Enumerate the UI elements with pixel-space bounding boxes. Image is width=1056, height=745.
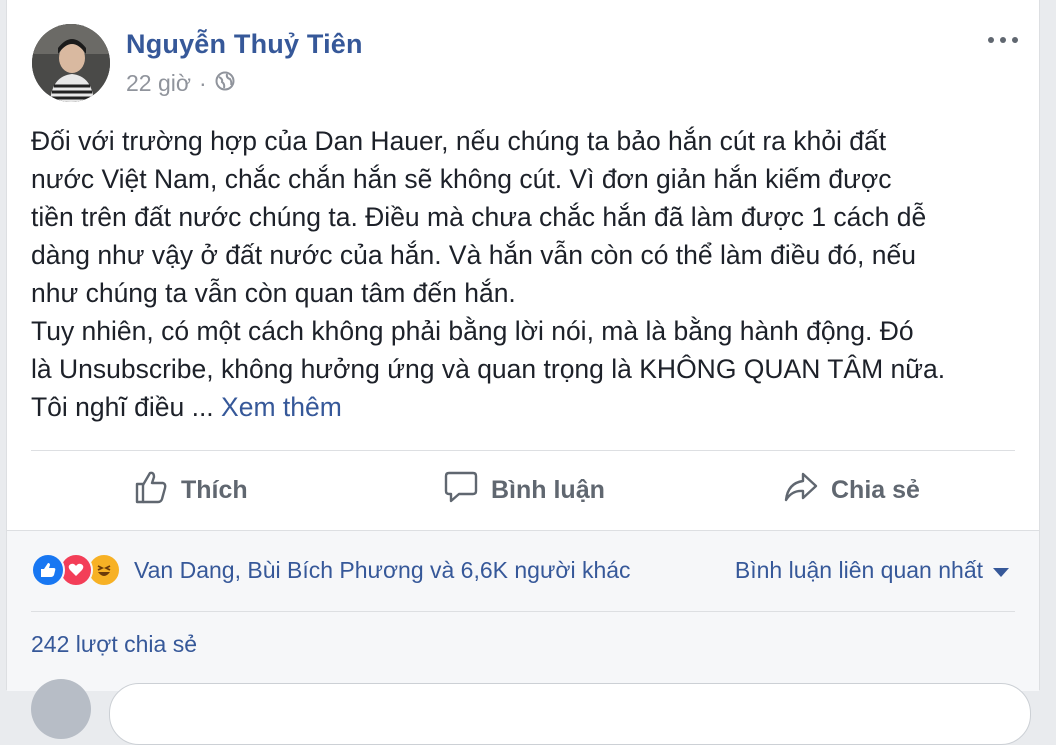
speech-bubble-icon <box>443 469 479 512</box>
see-more-link[interactable]: Xem thêm <box>221 392 342 422</box>
post-line: dàng như vậy ở đất nước của hắn. Và hắn … <box>31 240 916 270</box>
author-avatar[interactable] <box>32 24 110 102</box>
like-button[interactable]: Thích <box>133 452 248 528</box>
like-label: Thích <box>181 475 248 504</box>
actions-divider <box>31 450 1015 451</box>
user-avatar <box>31 679 91 739</box>
post-line: là Unsubscribe, không hưởng ứng và quan … <box>31 354 946 384</box>
shares-divider <box>31 611 1015 612</box>
share-arrow-icon <box>783 469 819 512</box>
like-icon <box>31 553 65 587</box>
post-text: Đối với trường hợp của Dan Hauer, nếu ch… <box>31 122 1021 426</box>
action-bar: Thích Bình luận Chia sẻ <box>7 452 1039 528</box>
post-card: Nguyễn Thuỷ Tiên 22 giờ · Đối với trường… <box>6 0 1040 745</box>
post-line: nước Việt Nam, chắc chắn hắn sẽ không cú… <box>31 164 892 194</box>
reaction-icons[interactable] <box>31 553 121 587</box>
share-label: Chia sẻ <box>831 475 920 504</box>
reaction-summary[interactable]: Van Dang, Bùi Bích Phương và 6,6K người … <box>134 557 631 584</box>
feedback-section: Van Dang, Bùi Bích Phương và 6,6K người … <box>7 530 1039 745</box>
globe-icon <box>215 70 235 97</box>
more-options-icon[interactable] <box>986 30 1020 50</box>
post-line-last: Tôi nghĩ điều ... Xem thêm <box>31 388 1021 426</box>
author-name[interactable]: Nguyễn Thuỷ Tiên <box>126 29 363 60</box>
post-line: Đối với trường hợp của Dan Hauer, nếu ch… <box>31 126 887 156</box>
meta-separator: · <box>198 70 207 96</box>
shares-count[interactable]: 242 lượt chia sẻ <box>31 631 197 658</box>
comment-composer <box>31 679 1031 745</box>
post-truncated-text: Tôi nghĩ điều ... <box>31 392 214 422</box>
post-line: Tuy nhiên, có một cách không phải bằng l… <box>31 316 914 346</box>
post-line: tiền trên đất nước chúng ta. Điều mà chư… <box>31 202 927 232</box>
caret-down-icon <box>993 557 1009 584</box>
comment-sort-dropdown[interactable]: Bình luận liên quan nhất <box>735 557 1009 584</box>
share-button[interactable]: Chia sẻ <box>783 452 920 528</box>
comment-button[interactable]: Bình luận <box>443 452 605 528</box>
post-meta: 22 giờ · <box>126 70 235 97</box>
post-time[interactable]: 22 giờ <box>126 70 191 97</box>
comment-label: Bình luận <box>491 475 605 504</box>
post-line: như chúng ta vẫn còn quan tâm đến hắn. <box>31 278 516 308</box>
comment-input[interactable] <box>109 683 1031 745</box>
thumbs-up-icon <box>133 469 169 512</box>
sort-label: Bình luận liên quan nhất <box>734 557 983 583</box>
